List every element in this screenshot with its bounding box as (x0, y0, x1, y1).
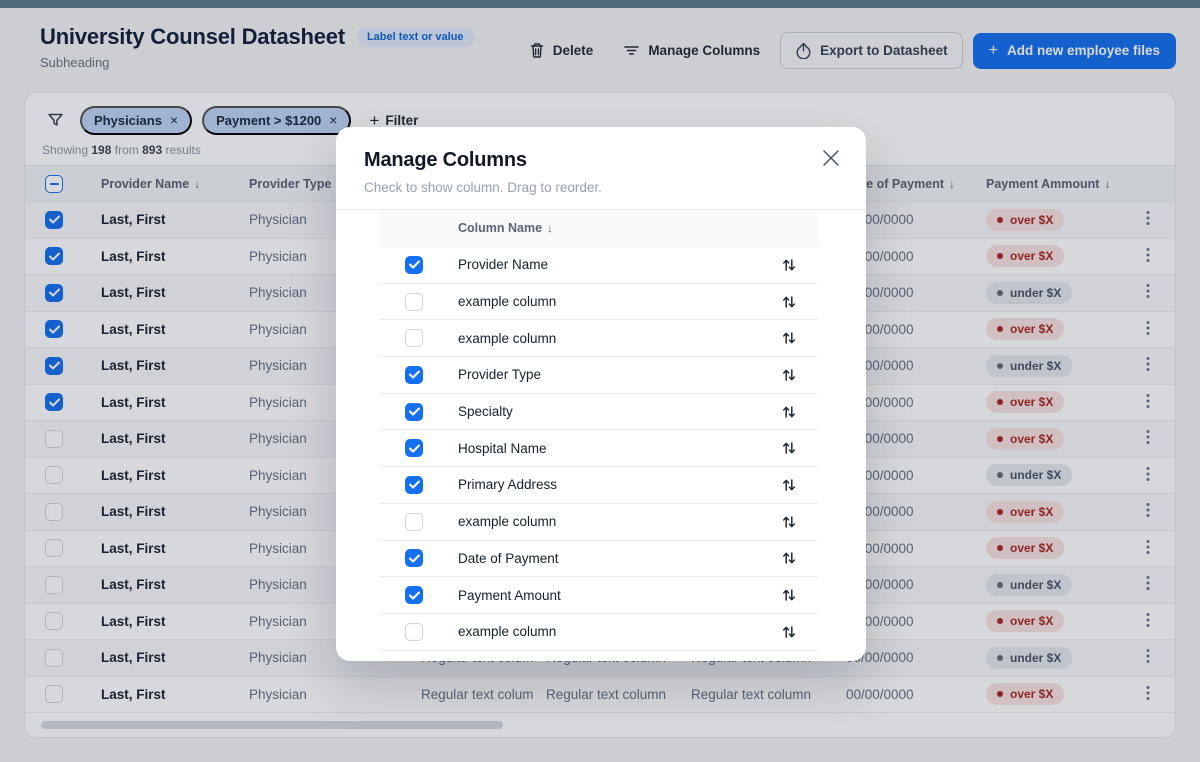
column-checkbox[interactable] (405, 403, 423, 421)
column-list: Column Name ↓ Provider Name (380, 210, 818, 651)
reorder-handle[interactable] (782, 550, 796, 566)
reorder-handle[interactable] (782, 330, 796, 346)
column-checkbox[interactable] (405, 586, 423, 604)
modal-close-button[interactable] (814, 141, 848, 178)
column-checkbox[interactable] (405, 293, 423, 311)
check-icon (409, 591, 420, 600)
column-list-item: example column (380, 614, 818, 651)
column-item-label: Hospital Name (458, 441, 547, 456)
column-item-label: Provider Type (458, 367, 541, 382)
column-checkbox[interactable] (405, 256, 423, 274)
column-checkbox[interactable] (405, 476, 423, 494)
close-icon (820, 147, 842, 169)
column-item-label: Specialty (458, 404, 513, 419)
check-icon (409, 554, 420, 563)
column-list-item: example column (380, 284, 818, 321)
reorder-handle[interactable] (782, 440, 796, 456)
column-list-item: Specialty (380, 394, 818, 431)
up-down-arrows-icon (782, 587, 796, 603)
column-list-item: Payment Amount (380, 577, 818, 614)
column-item-label: example column (458, 624, 556, 639)
up-down-arrows-icon (782, 330, 796, 346)
column-checkbox[interactable] (405, 329, 423, 347)
column-item-label: Primary Address (458, 477, 557, 492)
column-checkbox[interactable] (405, 549, 423, 567)
sort-arrow-icon: ↓ (547, 221, 553, 235)
check-icon (409, 407, 420, 416)
column-list-item: Primary Address (380, 467, 818, 504)
check-icon (409, 370, 420, 379)
modal-title: Manage Columns (364, 149, 838, 172)
modal-subtitle: Check to show column. Drag to reorder. (364, 180, 838, 209)
reorder-handle[interactable] (782, 294, 796, 310)
up-down-arrows-icon (782, 257, 796, 273)
up-down-arrows-icon (782, 477, 796, 493)
up-down-arrows-icon (782, 550, 796, 566)
reorder-handle[interactable] (782, 367, 796, 383)
column-item-label: example column (458, 514, 556, 529)
column-checkbox[interactable] (405, 513, 423, 531)
column-list-item: Provider Type (380, 357, 818, 394)
column-list-item: Provider Name (380, 247, 818, 284)
column-checkbox[interactable] (405, 623, 423, 641)
up-down-arrows-icon (782, 440, 796, 456)
column-checkbox[interactable] (405, 439, 423, 457)
reorder-handle[interactable] (782, 624, 796, 640)
check-icon (409, 260, 420, 269)
column-list-item: Date of Payment (380, 541, 818, 578)
check-icon (409, 444, 420, 453)
up-down-arrows-icon (782, 367, 796, 383)
column-list-item: example column (380, 320, 818, 357)
reorder-handle[interactable] (782, 257, 796, 273)
column-item-label: example column (458, 294, 556, 309)
up-down-arrows-icon (782, 514, 796, 530)
column-list-item: example column (380, 504, 818, 541)
reorder-handle[interactable] (782, 587, 796, 603)
column-item-label: Payment Amount (458, 588, 561, 603)
reorder-handle[interactable] (782, 514, 796, 530)
column-item-label: example column (458, 331, 556, 346)
column-checkbox[interactable] (405, 366, 423, 384)
reorder-handle[interactable] (782, 404, 796, 420)
manage-columns-modal: Manage Columns Check to show column. Dra… (336, 127, 866, 661)
check-icon (409, 480, 420, 489)
column-item-label: Provider Name (458, 257, 548, 272)
column-item-label: Date of Payment (458, 551, 559, 566)
column-list-item: Hospital Name (380, 430, 818, 467)
column-list-header[interactable]: Column Name ↓ (380, 210, 818, 247)
reorder-handle[interactable] (782, 477, 796, 493)
up-down-arrows-icon (782, 294, 796, 310)
up-down-arrows-icon (782, 404, 796, 420)
up-down-arrows-icon (782, 624, 796, 640)
